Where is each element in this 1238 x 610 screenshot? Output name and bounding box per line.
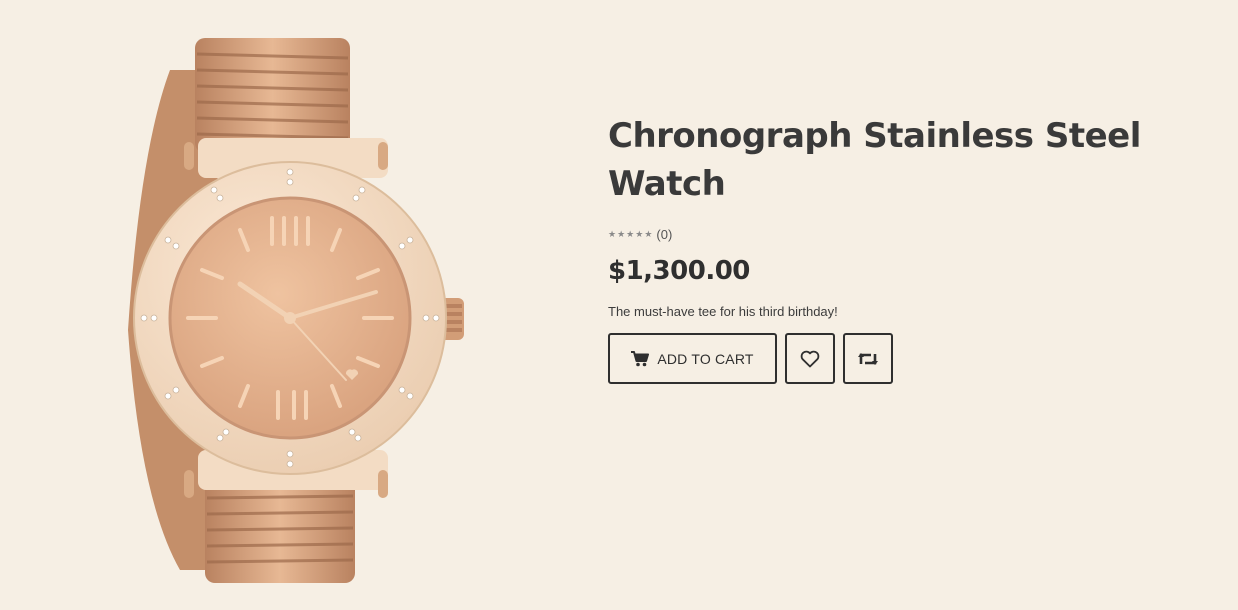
retweet-icon <box>858 352 878 365</box>
product-info: Chronograph Stainless Steel Watch ★ ★ ★ … <box>608 112 1168 384</box>
product-price: $1,300.00 <box>608 256 750 286</box>
product-image <box>128 38 464 583</box>
heart-icon <box>800 350 820 367</box>
wishlist-button[interactable] <box>785 333 835 384</box>
cart-icon <box>631 350 650 366</box>
product-description: The must-have tee for his third birthday… <box>608 304 838 319</box>
product-page: Chronograph Stainless Steel Watch ★ ★ ★ … <box>0 0 1238 610</box>
star-icon: ★ <box>644 228 653 239</box>
add-to-cart-button[interactable]: ADD TO CART <box>608 333 777 384</box>
watch-band-top <box>195 38 350 153</box>
rating-stars: ★ ★ ★ ★ ★ <box>608 228 653 239</box>
product-actions: ADD TO CART <box>608 333 1168 384</box>
star-icon: ★ <box>626 228 635 239</box>
rating-count[interactable]: (0) <box>656 227 672 242</box>
add-to-cart-label: ADD TO CART <box>657 350 754 367</box>
product-rating[interactable]: ★ ★ ★ ★ ★ (0) <box>608 226 1168 242</box>
compare-button[interactable] <box>843 333 893 384</box>
star-icon: ★ <box>635 228 644 239</box>
product-title: Chronograph Stainless Steel Watch <box>608 116 1141 204</box>
star-icon: ★ <box>608 228 617 239</box>
star-icon: ★ <box>617 228 626 239</box>
